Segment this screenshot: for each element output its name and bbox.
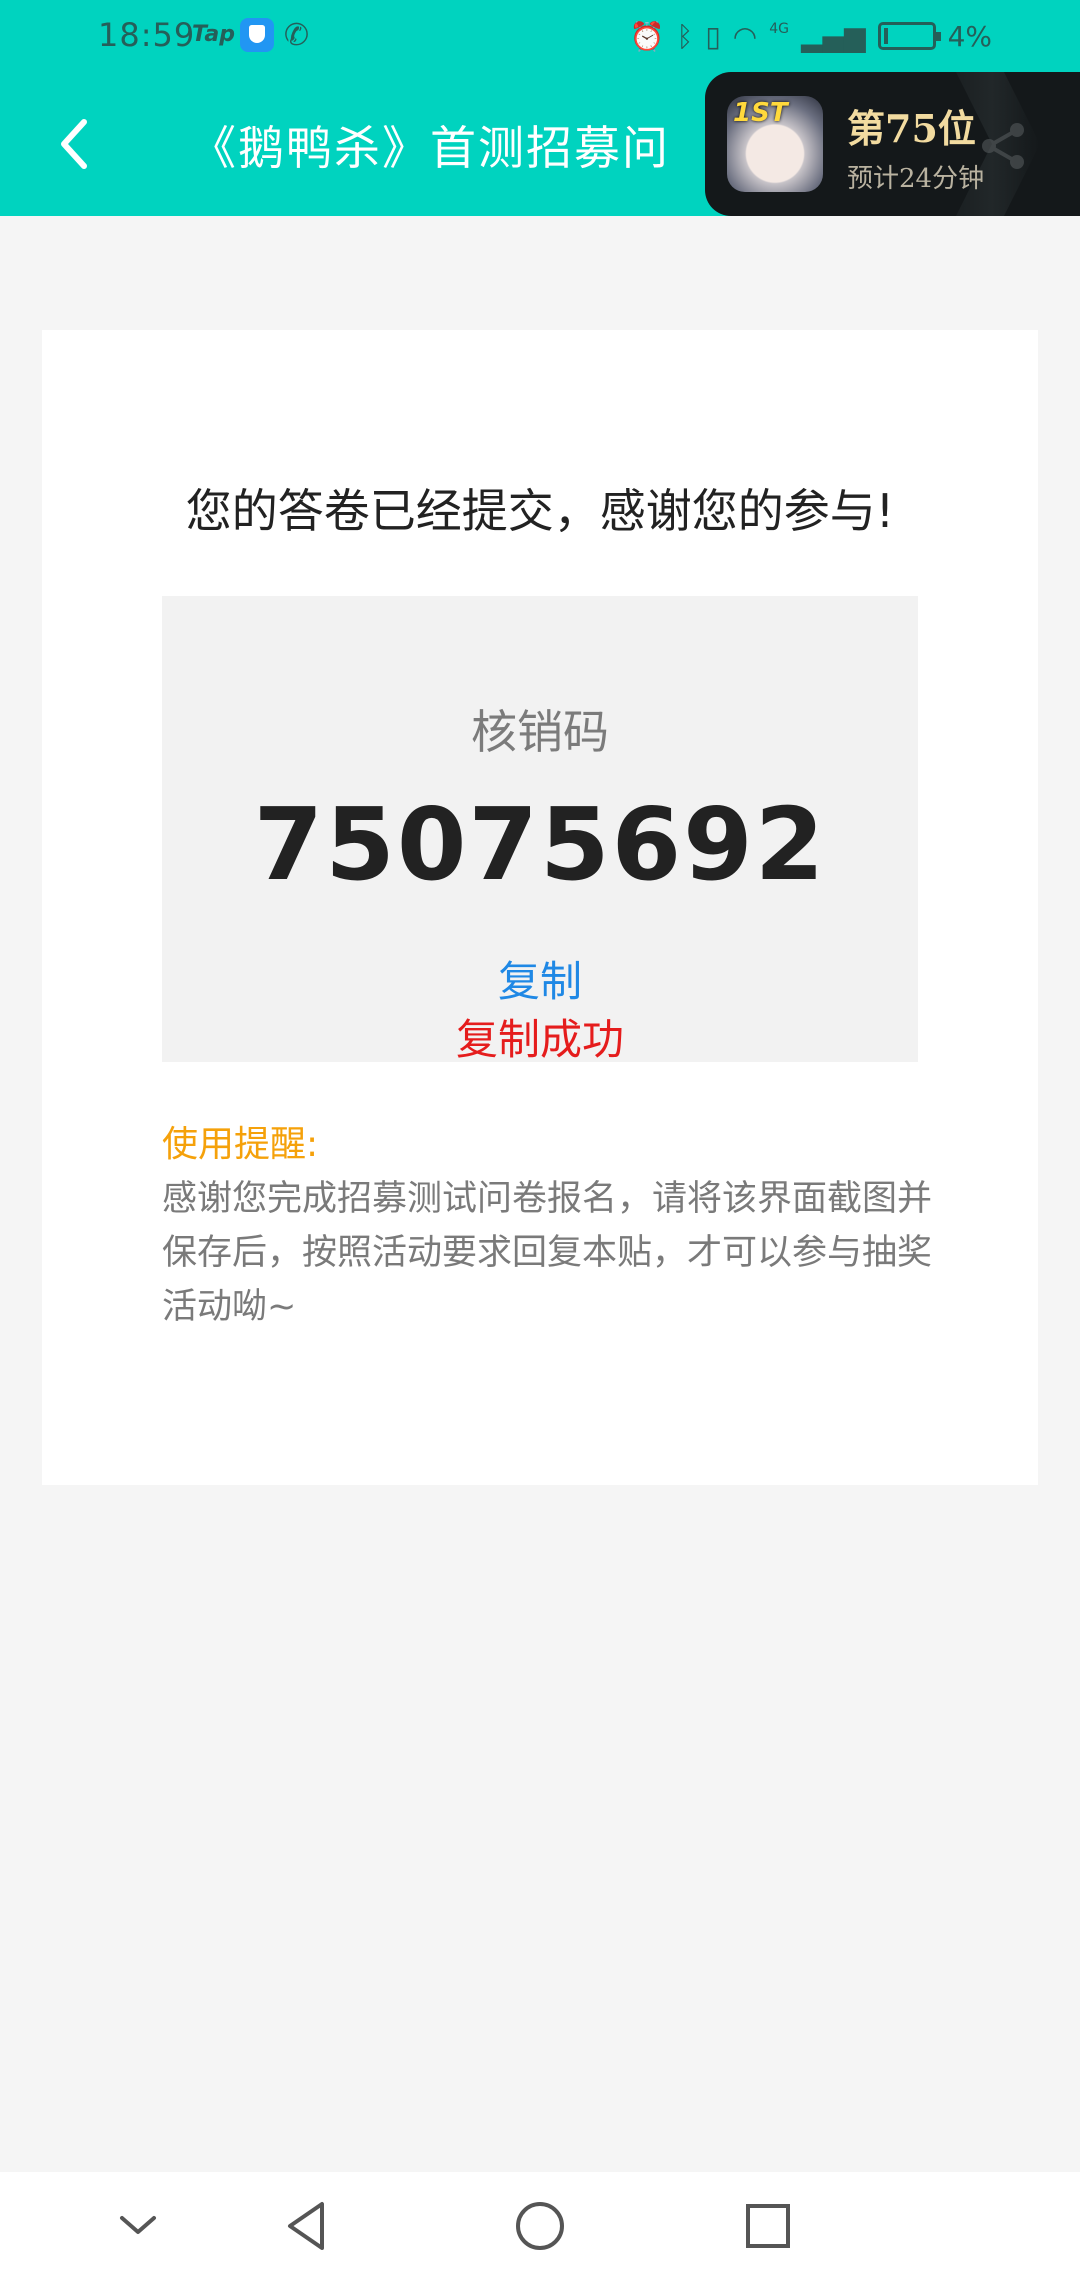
game-avatar: 1ST (727, 96, 823, 192)
status-time: 18:59 (98, 16, 196, 54)
page-title: 《鹅鸭杀》首测招募问 (190, 121, 670, 175)
network-type: 4G (769, 21, 789, 37)
nav-hide-icon[interactable] (108, 2196, 168, 2256)
submit-confirmation: 您的答卷已经提交，感谢您的参与! (185, 484, 895, 538)
battery-icon (877, 22, 941, 50)
rank-badge: 1ST (733, 98, 788, 128)
battery-percent: 4% (947, 19, 992, 53)
copy-success-message: 复制成功 (455, 1015, 624, 1064)
vibrate-icon: ▯ (705, 19, 721, 53)
signal-icon: ▂▄▆ (800, 19, 866, 53)
copy-button[interactable]: 复制 (162, 948, 918, 1009)
shield-icon (240, 18, 274, 52)
verification-code-box: 核销码 75075692 复制 复制成功 (162, 596, 918, 1064)
alarm-icon: ⏰ (629, 19, 665, 53)
tap-app-icon: Tap (192, 22, 235, 47)
queue-rank: 第75位 (847, 106, 976, 151)
nav-recents-icon[interactable] (738, 2196, 798, 2256)
status-bar: 18:59 Tap ✆ ⏰ ᛒ ▯ ◠ 4G ▂▄▆ 4% (0, 0, 1080, 72)
bluetooth-icon: ᛒ (676, 19, 694, 53)
status-icons: ⏰ ᛒ ▯ ◠ 4G ▂▄▆ 4% (630, 14, 992, 58)
back-icon[interactable] (52, 114, 102, 174)
reminder-text: 感谢您完成招募测试问卷报名，请将该界面截图并保存后，按照活动要求回复本贴，才可以… (162, 1179, 933, 1327)
code-label: 核销码 (471, 705, 609, 759)
share-icon[interactable] (975, 118, 1031, 174)
system-navigation-bar (0, 2172, 1080, 2280)
nav-home-icon[interactable] (510, 2196, 570, 2256)
wifi-icon: ◠ (732, 19, 758, 53)
reminder-title: 使用提醒: (162, 1124, 319, 1165)
nav-back-icon[interactable] (280, 2196, 340, 2256)
verification-code: 75075692 (253, 786, 827, 903)
wechat-icon: ✆ (284, 18, 310, 53)
result-card: 您的答卷已经提交，感谢您的参与! 核销码 75075692 复制 复制成功 使用… (42, 330, 1038, 1485)
queue-eta: 预计24分钟 (847, 164, 985, 194)
